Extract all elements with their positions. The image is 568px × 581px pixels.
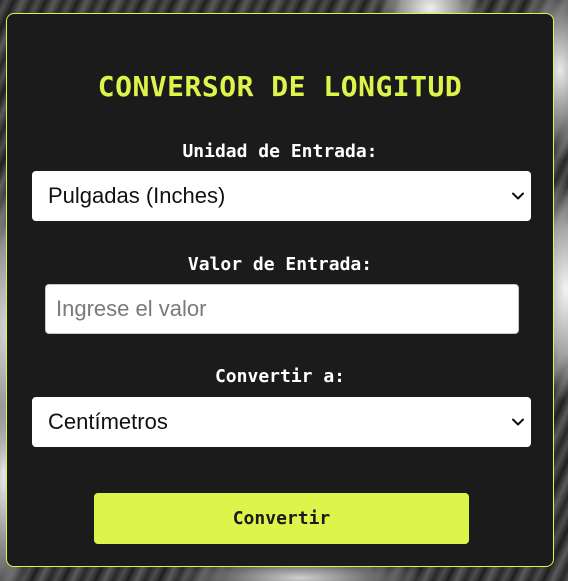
output-unit-select[interactable]: Centímetros: [32, 397, 531, 447]
converter-card: CONVERSOR DE LONGITUD Unidad de Entrada:…: [6, 13, 554, 567]
input-unit-select[interactable]: Pulgadas (Inches): [32, 171, 531, 221]
chevron-down-icon: [512, 192, 524, 200]
input-unit-selected-value: Pulgadas (Inches): [48, 183, 226, 208]
output-unit-selected-value: Centímetros: [48, 409, 168, 434]
page-title: CONVERSOR DE LONGITUD: [97, 70, 463, 103]
convert-button-label: Convertir: [232, 508, 331, 529]
chevron-down-icon: [512, 418, 524, 426]
convert-button[interactable]: Convertir: [94, 493, 469, 544]
input-value-field[interactable]: [45, 284, 519, 334]
input-value-label: Valor de Entrada:: [187, 254, 373, 275]
output-unit-label: Convertir a:: [214, 366, 346, 387]
input-unit-label: Unidad de Entrada:: [182, 141, 378, 162]
